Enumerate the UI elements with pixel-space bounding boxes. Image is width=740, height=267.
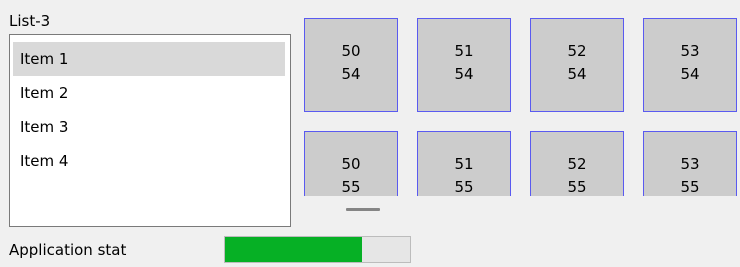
tile-value-bottom: 54 (680, 65, 700, 83)
tile[interactable]: 50 54 (304, 18, 398, 112)
tile-value-top: 50 (341, 42, 361, 60)
item-listbox[interactable]: Item 1 Item 2 Item 3 Item 4 (9, 34, 291, 227)
tile-value-bottom: 55 (567, 178, 587, 196)
tile-value-bottom: 54 (454, 65, 474, 83)
tile-value-bottom: 54 (341, 65, 361, 83)
tile[interactable]: 51 55 (417, 131, 511, 196)
progress-fill (225, 237, 362, 262)
tile-value-bottom: 54 (567, 65, 587, 83)
tile-value-top: 52 (567, 155, 587, 173)
list-item[interactable]: Item 1 (13, 42, 285, 76)
tile[interactable]: 53 54 (643, 18, 737, 112)
progress-bar (224, 236, 411, 263)
list-item[interactable]: Item 4 (13, 144, 285, 178)
tile[interactable]: 52 55 (530, 131, 624, 196)
tile-value-top: 51 (454, 42, 474, 60)
tile[interactable]: 53 55 (643, 131, 737, 196)
tile[interactable]: 51 54 (417, 18, 511, 112)
tile[interactable]: 52 54 (530, 18, 624, 112)
tile-value-bottom: 55 (454, 178, 474, 196)
list-title: List-3 (9, 12, 51, 30)
tile-value-top: 53 (680, 155, 700, 173)
tile[interactable]: 50 55 (304, 131, 398, 196)
tile-value-top: 51 (454, 155, 474, 173)
tile-value-bottom: 55 (341, 178, 361, 196)
tile-value-top: 52 (567, 42, 587, 60)
scroll-handle[interactable] (346, 208, 380, 211)
tile-value-bottom: 55 (680, 178, 700, 196)
list-item[interactable]: Item 3 (13, 110, 285, 144)
tile-grid[interactable]: 50 54 51 54 52 54 53 54 50 55 51 55 52 5… (304, 18, 740, 196)
tile-value-top: 50 (341, 155, 361, 173)
list-item[interactable]: Item 2 (13, 76, 285, 110)
tile-value-top: 53 (680, 42, 700, 60)
status-label: Application stat (9, 241, 127, 259)
